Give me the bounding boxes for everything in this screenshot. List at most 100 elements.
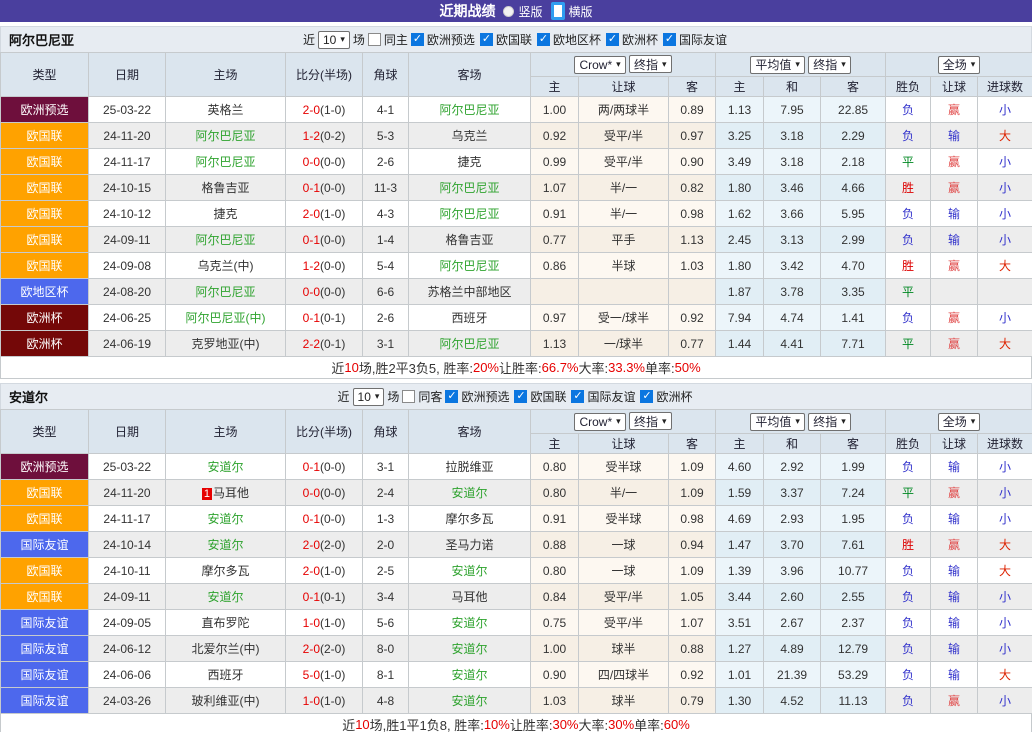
handicap-result-cell: 输: [931, 662, 978, 688]
goals-result-cell: 小: [978, 305, 1032, 331]
summary-segment: 让胜率:: [499, 358, 542, 377]
crow-away-odds-cell: 1.05: [669, 584, 716, 610]
table-row: 欧洲杯24-06-25阿尔巴尼亚(中)0-1(0-1)2-6西班牙0.97受一/…: [1, 305, 1032, 331]
goals-result-cell: 小: [978, 149, 1032, 175]
fulltime-score: 2-2: [303, 337, 320, 351]
final-odds-select[interactable]: 终指▾: [629, 412, 672, 430]
chevron-down-icon: ▾: [616, 59, 621, 70]
avg-draw-odds-cell: 2.60: [764, 584, 821, 610]
league-checkbox[interactable]: ✓: [663, 33, 676, 46]
summary-segment: 10%: [484, 717, 510, 732]
winloss-result-cell: 负: [886, 97, 931, 123]
league-checkbox[interactable]: ✓: [445, 390, 458, 403]
fulltime-score: 1-0: [303, 616, 320, 630]
home-team-cell: 阿尔巴尼亚: [166, 123, 286, 149]
league-checkbox[interactable]: ✓: [480, 33, 493, 46]
goals-result-cell: 小: [978, 584, 1032, 610]
winloss-result-cell: 负: [886, 636, 931, 662]
same-venue-label: 同客: [418, 388, 442, 405]
league-checkbox[interactable]: ✓: [571, 390, 584, 403]
league-checkbox[interactable]: ✓: [411, 33, 424, 46]
score-cell: 2-0(1-0): [286, 97, 363, 123]
avg-home-odds-cell: 3.44: [716, 584, 764, 610]
chevron-down-icon: ▾: [795, 416, 800, 427]
avg-away-odds-cell: 7.71: [821, 331, 886, 357]
avg-away-odds-cell: 5.95: [821, 201, 886, 227]
avg-away-odds-cell: 4.70: [821, 253, 886, 279]
avg-home-odds-cell: 1.30: [716, 688, 764, 714]
handicap-result-cell: 输: [931, 227, 978, 253]
league-type-cell: 欧国联: [1, 506, 89, 532]
average-select[interactable]: 平均值▾: [750, 413, 805, 431]
fulltime-score: 2-0: [303, 642, 320, 656]
radio-icon-horizontal[interactable]: [551, 2, 565, 20]
bookmaker-select[interactable]: Crow*▾: [574, 413, 625, 431]
match-rows: 欧洲预选25-03-22安道尔0-1(0-0)3-1拉脱维亚0.80受半球1.0…: [1, 454, 1032, 714]
final-odds-select-2[interactable]: 终指▾: [808, 56, 851, 74]
score-cell: 0-0(0-0): [286, 279, 363, 305]
crow-handicap-cell: 两/两球半: [579, 97, 669, 123]
winloss-result-cell: 负: [886, 227, 931, 253]
final-odds-select[interactable]: 终指▾: [629, 55, 672, 73]
same-venue-checkbox[interactable]: [402, 390, 415, 403]
avg-home-odds-cell: 1.80: [716, 175, 764, 201]
corner-cell: 2-6: [363, 305, 409, 331]
team-name: 安道尔: [9, 387, 48, 406]
fulltime-select[interactable]: 全场▾: [938, 413, 981, 431]
home-team-cell: 阿尔巴尼亚: [166, 149, 286, 175]
radio-label-vertical: 竖版: [518, 3, 542, 20]
avg-away-odds-cell: 2.55: [821, 584, 886, 610]
avg-draw-odds-cell: 3.70: [764, 532, 821, 558]
corner-cell: 1-4: [363, 227, 409, 253]
league-type-cell: 欧国联: [1, 201, 89, 227]
handicap-result-cell: 输: [931, 610, 978, 636]
layout-radio-vertical[interactable]: 竖版: [503, 3, 542, 20]
radio-icon-vertical[interactable]: [503, 6, 514, 17]
handicap-result-cell: 输: [931, 454, 978, 480]
league-checkbox[interactable]: ✓: [514, 390, 527, 403]
table-row: 欧洲预选25-03-22英格兰2-0(1-0)4-1阿尔巴尼亚1.00两/两球半…: [1, 97, 1032, 123]
crow-handicap-cell: 受半球: [579, 506, 669, 532]
crow-home-odds-cell: 0.97: [531, 305, 579, 331]
avg-draw-odds-cell: 3.78: [764, 279, 821, 305]
avg-draw-odds-cell: 21.39: [764, 662, 821, 688]
league-checkbox[interactable]: ✓: [537, 33, 550, 46]
league-checkbox-label: 国际友谊: [587, 388, 635, 405]
crow-away-odds-cell: 1.09: [669, 454, 716, 480]
summary-segment: 大率:: [579, 715, 609, 732]
score-cell: 0-1(0-0): [286, 227, 363, 253]
winloss-result-cell: 负: [886, 688, 931, 714]
score-cell: 1-0(1-0): [286, 610, 363, 636]
same-venue-checkbox[interactable]: [368, 33, 381, 46]
crow-home-odds-cell: 1.00: [531, 636, 579, 662]
halftime-score: (0-1): [320, 311, 345, 325]
summary-segment: 10: [355, 717, 369, 732]
table-row: 国际友谊24-09-05直布罗陀1-0(1-0)5-6安道尔0.75受平/半1.…: [1, 610, 1032, 636]
crow-home-odds-cell: 1.13: [531, 331, 579, 357]
league-checkbox-label: 欧国联: [530, 388, 566, 405]
fulltime-select[interactable]: 全场▾: [938, 56, 981, 74]
bookmaker-select[interactable]: Crow*▾: [574, 56, 625, 74]
table-row: 欧洲预选25-03-22安道尔0-1(0-0)3-1拉脱维亚0.80受半球1.0…: [1, 454, 1032, 480]
match-count-select[interactable]: 10▾: [318, 31, 350, 49]
league-checkbox[interactable]: ✓: [640, 390, 653, 403]
layout-radio-horizontal[interactable]: 横版: [551, 2, 593, 20]
halftime-score: (0-1): [320, 590, 345, 604]
table-row: 国际友谊24-10-14安道尔2-0(2-0)2-0圣马力诺0.88一球0.94…: [1, 532, 1032, 558]
col-score: 比分(半场): [286, 410, 363, 454]
col-avg-home: 主: [716, 434, 764, 454]
avg-draw-odds-cell: 2.67: [764, 610, 821, 636]
home-team-cell: 安道尔: [166, 506, 286, 532]
average-select[interactable]: 平均值▾: [750, 56, 805, 74]
goals-result-cell: 大: [978, 558, 1032, 584]
goals-result-cell: 小: [978, 454, 1032, 480]
crow-home-odds-cell: 0.75: [531, 610, 579, 636]
final-odds-select-2[interactable]: 终指▾: [808, 413, 851, 431]
away-team-cell: 安道尔: [409, 610, 531, 636]
handicap-result-cell: 赢: [931, 175, 978, 201]
summary-segment: 单率:: [634, 715, 664, 732]
league-checkbox[interactable]: ✓: [606, 33, 619, 46]
avg-away-odds-cell: 7.61: [821, 532, 886, 558]
away-team-cell: 苏格兰中部地区: [409, 279, 531, 305]
match-count-select[interactable]: 10▾: [353, 388, 385, 406]
